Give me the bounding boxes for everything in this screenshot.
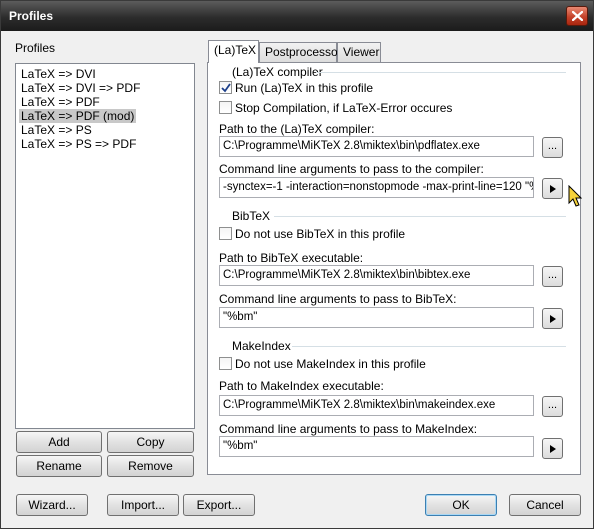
window-title: Profiles <box>9 9 54 23</box>
bibtex-args-menu-button[interactable] <box>542 308 563 329</box>
mouse-cursor-icon <box>568 185 582 207</box>
arrow-right-icon <box>550 315 556 323</box>
latex-browse-button[interactable]: ... <box>542 137 563 158</box>
latex-tab-panel: (La)TeX compiler Run (La)TeX in this pro… <box>207 62 581 475</box>
group-divider <box>316 72 566 73</box>
latex-args-input[interactable]: -synctex=-1 -interaction=nonstopmode -ma… <box>219 177 534 198</box>
list-item[interactable]: LaTeX => DVI <box>19 67 98 81</box>
tab-postprocessor[interactable]: Postprocessor <box>259 42 342 62</box>
bibtex-group-label: BibTeX <box>232 209 271 223</box>
list-item[interactable]: LaTeX => DVI => PDF <box>19 81 142 95</box>
checkmark-icon <box>221 83 231 93</box>
bibtex-args-input[interactable]: "%bm" <box>219 307 534 328</box>
bibtex-path-input[interactable]: C:\Programme\MiKTeX 2.8\miktex\bin\bibte… <box>219 265 534 286</box>
run-latex-label[interactable]: Run (La)TeX in this profile <box>235 81 373 95</box>
skip-bibtex-label[interactable]: Do not use BibTeX in this profile <box>235 227 405 241</box>
skip-bibtex-checkbox[interactable] <box>219 227 232 240</box>
profiles-label: Profiles <box>15 41 56 55</box>
tab-viewer[interactable]: Viewer <box>337 42 381 62</box>
run-latex-checkbox[interactable] <box>219 81 232 94</box>
title-bar: Profiles <box>1 1 593 31</box>
tab-latex[interactable]: (La)TeX <box>208 40 259 63</box>
export-button[interactable]: Export... <box>183 494 255 516</box>
remove-button[interactable]: Remove <box>107 455 194 477</box>
makeindex-group-label: MakeIndex <box>232 339 291 353</box>
makeindex-args-label: Command line arguments to pass to MakeIn… <box>219 422 478 436</box>
import-button[interactable]: Import... <box>107 494 179 516</box>
makeindex-path-input[interactable]: C:\Programme\MiKTeX 2.8\miktex\bin\makei… <box>219 395 534 416</box>
cancel-button[interactable]: Cancel <box>509 494 581 516</box>
profiles-dialog: Profiles Profiles LaTeX => DVI LaTeX => … <box>0 0 594 529</box>
list-item-selected[interactable]: LaTeX => PDF (mod) <box>19 109 137 123</box>
arrow-right-icon <box>550 185 556 193</box>
copy-button[interactable]: Copy <box>107 431 194 453</box>
arrow-right-icon <box>550 445 556 453</box>
close-button[interactable] <box>566 6 588 26</box>
skip-makeindex-label[interactable]: Do not use MakeIndex in this profile <box>235 357 426 371</box>
list-item[interactable]: LaTeX => PS <box>19 123 94 137</box>
makeindex-browse-button[interactable]: ... <box>542 396 563 417</box>
skip-makeindex-checkbox[interactable] <box>219 357 232 370</box>
latex-group-label: (La)TeX compiler <box>232 65 323 79</box>
makeindex-path-label: Path to MakeIndex executable: <box>219 379 384 393</box>
bibtex-args-label: Command line arguments to pass to BibTeX… <box>219 292 457 306</box>
close-icon <box>572 11 583 21</box>
group-divider <box>292 346 566 347</box>
wizard-button[interactable]: Wizard... <box>16 494 88 516</box>
bibtex-browse-button[interactable]: ... <box>542 266 563 287</box>
stop-compilation-label[interactable]: Stop Compilation, if LaTeX-Error occures <box>235 101 452 115</box>
makeindex-args-menu-button[interactable] <box>542 438 563 459</box>
list-item[interactable]: LaTeX => PDF <box>19 95 102 109</box>
makeindex-args-input[interactable]: "%bm" <box>219 436 534 457</box>
group-divider <box>274 216 566 217</box>
bibtex-path-label: Path to BibTeX executable: <box>219 251 364 265</box>
stop-compilation-checkbox[interactable] <box>219 101 232 114</box>
ok-button[interactable]: OK <box>425 494 497 516</box>
profiles-list[interactable]: LaTeX => DVI LaTeX => DVI => PDF LaTeX =… <box>15 63 195 429</box>
rename-button[interactable]: Rename <box>16 455 102 477</box>
latex-path-input[interactable]: C:\Programme\MiKTeX 2.8\miktex\bin\pdfla… <box>219 136 534 157</box>
add-button[interactable]: Add <box>16 431 102 453</box>
latex-path-label: Path to the (La)TeX compiler: <box>219 122 375 136</box>
latex-args-menu-button[interactable] <box>542 178 563 199</box>
latex-args-label: Command line arguments to pass to the co… <box>219 162 484 176</box>
list-item[interactable]: LaTeX => PS => PDF <box>19 137 138 151</box>
